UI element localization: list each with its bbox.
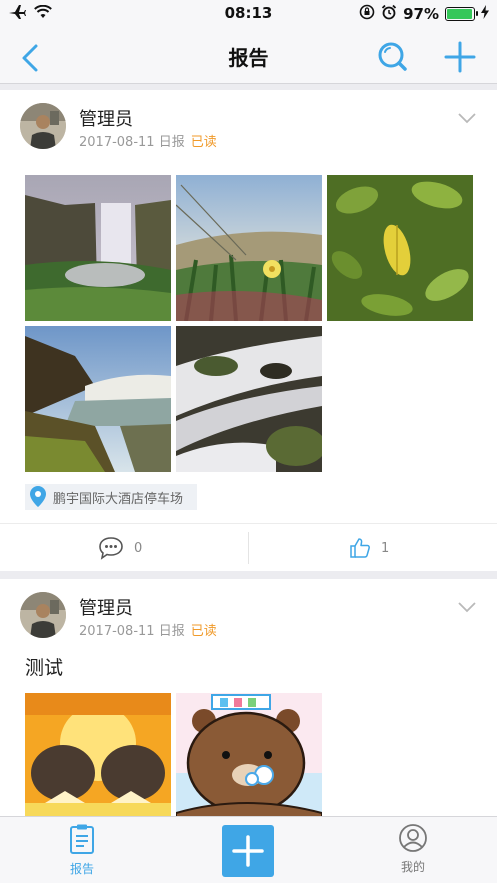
report-meta: 2017-08-11 日报 已读	[79, 620, 217, 639]
chevron-down-icon	[458, 602, 476, 613]
report-card[interactable]: 管理员 2017-08-11 日报 已读 鹏宇国际大酒店停车场 0 1	[0, 90, 497, 571]
report-card[interactable]: 管理员 2017-08-11 日报 已读 测试	[0, 579, 497, 816]
photo-river[interactable]	[25, 326, 171, 472]
report-date: 2017-08-11	[79, 135, 155, 150]
tab-label: 我的	[400, 860, 425, 874]
page-title: 报告	[228, 46, 269, 70]
battery-level	[447, 9, 473, 19]
tab-bar: 报告 我的	[0, 816, 497, 883]
battery-percent: 97%	[403, 5, 439, 23]
battery-icon	[445, 7, 478, 21]
photo-cartoon-bear[interactable]	[176, 693, 322, 816]
report-feed[interactable]: 管理员 2017-08-11 日报 已读 鹏宇国际大酒店停车场 0 1 管理员 …	[0, 85, 497, 816]
rotation-lock-icon	[359, 4, 375, 24]
author-name: 管理员	[79, 598, 133, 619]
post-text: 测试	[25, 657, 64, 679]
tab-label: 报告	[69, 862, 94, 876]
search-icon	[378, 42, 407, 71]
photo-waterfall[interactable]	[25, 175, 171, 321]
tab-reports[interactable]: 报告	[42, 823, 122, 877]
comment-icon	[99, 537, 123, 560]
read-status: 已读	[190, 624, 217, 639]
location-pin-icon	[30, 486, 46, 507]
plus-icon	[232, 835, 264, 867]
comment-button[interactable]: 0	[98, 524, 142, 572]
clipboard-icon	[70, 824, 94, 854]
location-text: 鹏宇国际大酒店停车场	[53, 491, 184, 507]
photo-cartoon-sunset[interactable]	[25, 693, 171, 816]
avatar[interactable]	[20, 103, 66, 149]
author-name: 管理员	[79, 109, 133, 130]
plus-icon	[444, 41, 476, 73]
like-count: 1	[381, 540, 390, 556]
action-row: 0 1	[0, 523, 497, 571]
card-options-button[interactable]	[457, 599, 477, 613]
report-type: 日报	[158, 624, 185, 639]
add-report-button[interactable]	[440, 36, 480, 76]
user-profile-icon	[399, 824, 427, 852]
photo-stream[interactable]	[176, 326, 322, 472]
avatar[interactable]	[20, 592, 66, 638]
report-meta: 2017-08-11 日报 已读	[79, 131, 217, 150]
report-date: 2017-08-11	[79, 624, 155, 639]
new-report-button[interactable]	[222, 825, 274, 877]
chevron-down-icon	[458, 113, 476, 124]
report-type: 日报	[158, 135, 185, 150]
read-status: 已读	[190, 135, 217, 150]
comment-count: 0	[134, 540, 143, 556]
tab-profile[interactable]: 我的	[373, 823, 453, 875]
like-button[interactable]: 1	[349, 524, 389, 572]
status-bar: 08:13 97%	[0, 0, 497, 28]
search-button[interactable]	[374, 36, 414, 76]
charging-icon	[481, 5, 489, 23]
card-options-button[interactable]	[457, 110, 477, 124]
photo-leaves[interactable]	[327, 175, 473, 321]
location-tag[interactable]: 鹏宇国际大酒店停车场	[25, 484, 197, 510]
divider	[248, 532, 249, 564]
thumbs-up-icon	[350, 538, 370, 558]
navigation-bar: 报告	[0, 28, 497, 84]
alarm-icon	[381, 4, 397, 24]
photo-flower[interactable]	[176, 175, 322, 321]
